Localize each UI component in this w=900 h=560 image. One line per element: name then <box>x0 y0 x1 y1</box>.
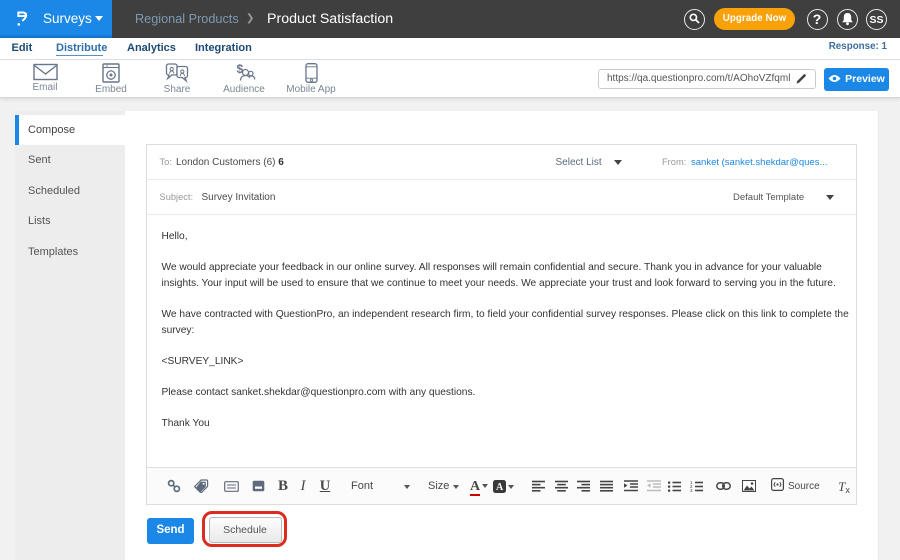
svg-text:3: 3 <box>690 488 693 492</box>
svg-text:A: A <box>496 482 504 493</box>
